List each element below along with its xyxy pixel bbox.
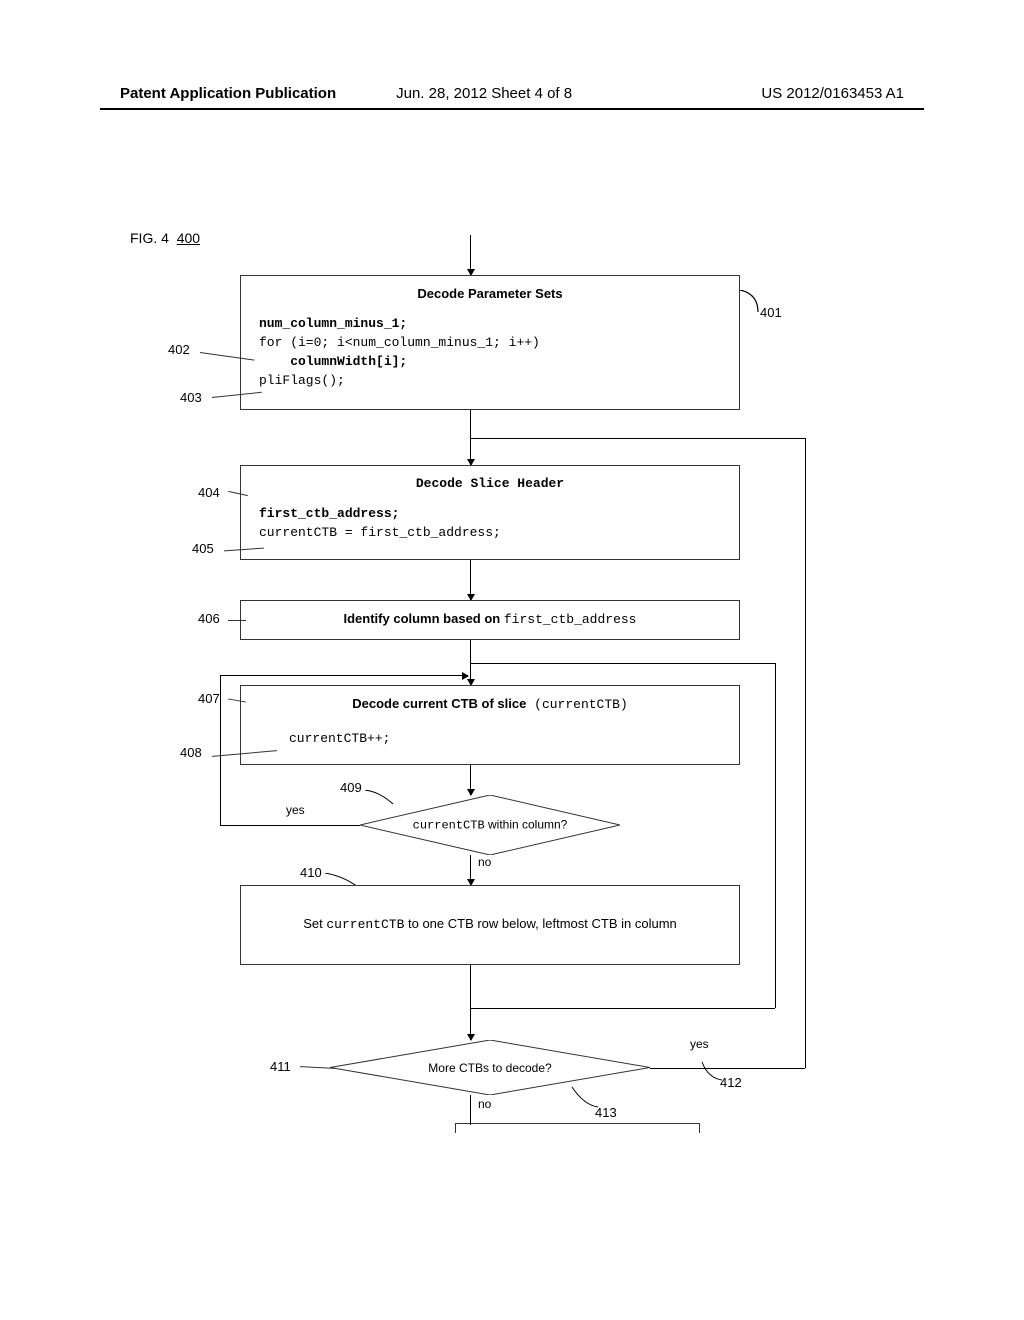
- conn-409-yes-v: [220, 675, 221, 825]
- label-403: 403: [180, 390, 202, 405]
- leader-406: [228, 620, 246, 621]
- diamond-411-text: More CTBs to decode?: [428, 1061, 551, 1075]
- conn-outer-right: [805, 438, 806, 1068]
- label-407: 407: [198, 691, 220, 706]
- arrow-410-411: [470, 965, 471, 1040]
- arrow-409-410: [470, 855, 471, 885]
- header-center: Jun. 28, 2012 Sheet 4 of 8: [396, 85, 572, 102]
- box-decode-slice-header: Decode Slice Header first_ctb_address; c…: [240, 465, 740, 560]
- box-410-text: Set currentCTB to one CTB row below, lef…: [303, 916, 677, 932]
- box-decode-current-ctb: Decode current CTB of slice (currentCTB)…: [240, 685, 740, 765]
- leader-413: [570, 1085, 600, 1110]
- header-right: US 2012/0163453 A1: [761, 85, 904, 102]
- leader-412: [700, 1060, 725, 1085]
- label-411: 411: [270, 1059, 291, 1074]
- box-407-title: Decode current CTB of slice (currentCTB): [259, 696, 721, 712]
- label-408: 408: [180, 745, 202, 760]
- conn-inner-right: [775, 663, 776, 1008]
- leader-409: [365, 790, 395, 810]
- leader-401: [740, 290, 765, 315]
- header-left: Patent Application Publication: [120, 85, 336, 102]
- d411-no-label: no: [478, 1097, 491, 1111]
- arrow-entry: [470, 235, 471, 275]
- label-406: 406: [198, 611, 220, 626]
- conn-411-yes: [650, 1068, 805, 1069]
- label-404: 404: [198, 485, 220, 500]
- conn-outer-top: [470, 438, 805, 439]
- label-409: 409: [340, 780, 362, 795]
- figure-label: FIG. 4 400: [130, 230, 200, 246]
- box-401-title: Decode Parameter Sets: [259, 286, 721, 301]
- box-406-text: Identify column based on first_ctb_addre…: [344, 611, 637, 627]
- decision-more-ctbs: More CTBs to decode?: [330, 1040, 650, 1095]
- label-410: 410: [300, 865, 322, 880]
- page-header: Patent Application Publication Jun. 28, …: [0, 85, 1024, 102]
- label-405: 405: [192, 541, 214, 556]
- conn-inner-top: [470, 663, 775, 664]
- box-404-title: Decode Slice Header: [259, 476, 721, 491]
- arrow-404-406: [470, 560, 471, 600]
- box-decode-parameter-sets: Decode Parameter Sets num_column_minus_1…: [240, 275, 740, 410]
- decision-within-column: currentCTB within column?: [360, 795, 620, 855]
- header-rule: [100, 108, 924, 110]
- conn-409-yes-h: [220, 825, 360, 826]
- box-408-line: currentCTB++;: [259, 730, 721, 749]
- exit-fragment: [455, 1123, 700, 1133]
- arrow-407-409: [470, 765, 471, 795]
- conn-409-yes-h2: [220, 675, 468, 676]
- label-402: 402: [168, 342, 190, 357]
- box-404-code: first_ctb_address; currentCTB = first_ct…: [259, 505, 721, 543]
- d409-no-label: no: [478, 855, 491, 869]
- arrow-411-exit: [470, 1095, 471, 1125]
- box-identify-column: Identify column based on first_ctb_addre…: [240, 600, 740, 640]
- box-set-current-ctb: Set currentCTB to one CTB row below, lef…: [240, 885, 740, 965]
- box-401-code: num_column_minus_1; for (i=0; i<num_colu…: [259, 315, 721, 390]
- d411-yes-label: yes: [690, 1037, 709, 1051]
- d409-yes-label: yes: [286, 803, 305, 817]
- conn-inner-bottom: [470, 1008, 775, 1009]
- diamond-409-text: currentCTB within column?: [413, 818, 568, 833]
